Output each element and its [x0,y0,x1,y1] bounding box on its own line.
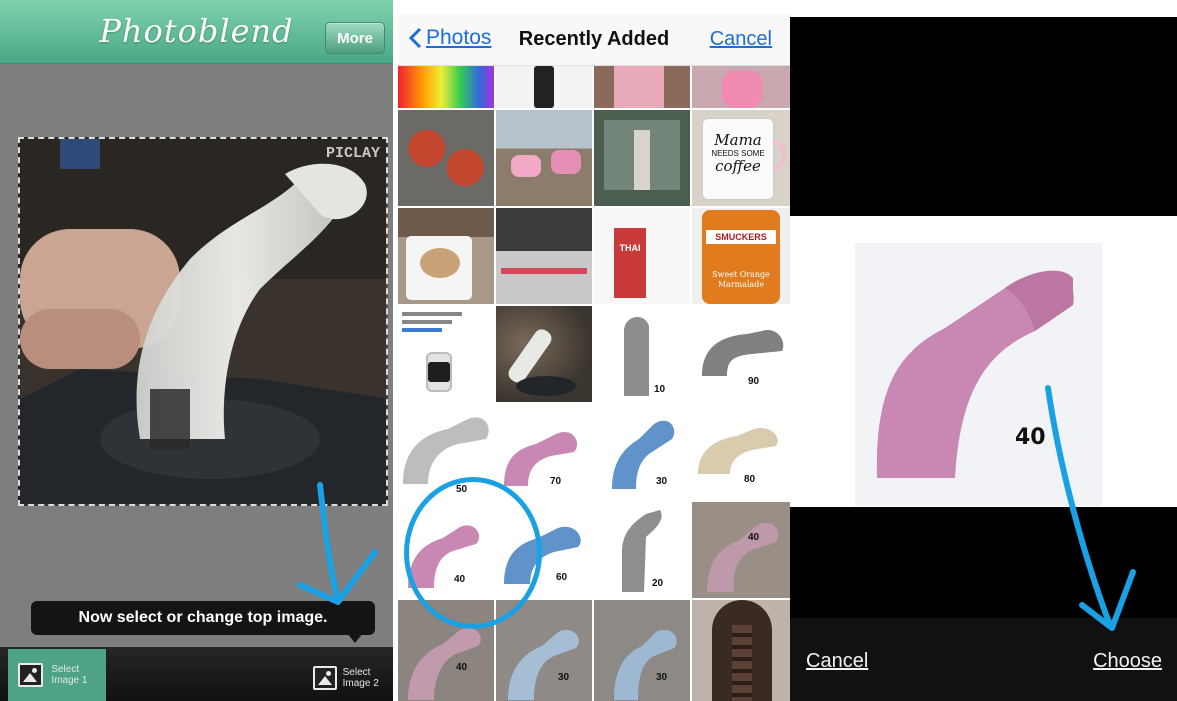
thumb-number: 30 [558,672,570,683]
blue-model-photo [614,629,677,700]
photo-thumb[interactable] [496,110,592,206]
picker-cancel-button[interactable]: Cancel [710,28,772,51]
thumb-number: 90 [748,376,760,387]
preview-top-area [790,17,1177,216]
jar-label: SMUCKERS [706,230,776,244]
image-icon [313,666,337,690]
select-image-1-button[interactable]: Select Image 1 [8,649,106,701]
photo-thumb[interactable]: 20 [594,502,690,598]
preview-image [855,243,1102,506]
gray-model-thumb [702,330,784,376]
photo-thumb[interactable]: 10 [594,306,690,402]
gray-model-thumb [624,316,649,396]
screenshot-root: Photoblend More PICLAY Now select or cha… [0,0,1177,701]
photo-thumb[interactable] [398,208,494,304]
photo-thumb[interactable] [692,66,790,108]
chevron-left-icon [408,27,422,49]
pink-model-photo [707,522,779,592]
mug-text: coffee [715,157,761,175]
photo-thumb[interactable]: 80 [692,404,790,500]
photo-thumb[interactable]: 90 [692,306,790,402]
pink-model-image [876,270,1074,478]
photo-thumb[interactable] [496,66,592,108]
photo-thumb[interactable]: 30 [594,600,690,701]
gray-model-thumb [622,510,662,592]
photo-thumb[interactable] [398,66,494,108]
blend-canvas[interactable]: PICLAY [18,137,388,506]
photo-thumb[interactable] [398,306,494,402]
photo-thumb[interactable] [496,208,592,304]
package-text: THAI [619,243,641,253]
more-button[interactable]: More [325,22,385,54]
highlight-circle [404,477,542,629]
photoblend-screen: Photoblend More PICLAY Now select or cha… [0,0,393,701]
preview-number: 40 [1015,425,1046,450]
photo-thumb[interactable]: 30 [594,404,690,500]
blue-model-thumb [612,420,675,489]
image-icon [18,663,44,687]
photo-thumb[interactable] [692,600,790,701]
thumb-number: 20 [652,578,664,589]
photo-thumb[interactable] [496,306,592,402]
photo-thumb[interactable]: SMUCKERS Sweet Orange Marmalade [692,208,790,304]
back-label: Photos [426,26,492,49]
thumb-number: 40 [748,532,760,543]
back-to-photos-button[interactable]: Photos [408,26,491,50]
thumb-number: 30 [656,476,668,487]
select-image-2-button[interactable]: Select Image 2 [313,660,393,696]
choose-preview-screen: 40 Cancel Choose [790,0,1177,701]
hint-toast-tail [347,633,363,643]
hint-toast: Now select or change top image. [31,601,375,635]
thumb-number: 10 [654,384,666,395]
mug-text: Mama [714,131,762,149]
beige-model-thumb [698,427,778,474]
photo-thumb[interactable]: 40 [692,502,790,598]
jar-text: Sweet Orange Marmalade [712,270,770,289]
preview-cancel-button[interactable]: Cancel [806,650,868,673]
thumb-number: 30 [656,672,668,683]
thumb-number: 40 [456,662,468,673]
photo-thumb[interactable]: 70 [496,404,592,500]
photo-thumb[interactable] [594,66,690,108]
photo-thumb[interactable]: Mama NEEDS SOME coffee [692,110,790,206]
thumb-number: 60 [556,572,568,583]
picker-nav-bar: Photos Recently Added Cancel [398,14,790,66]
choose-button[interactable]: Choose [1093,650,1162,673]
photo-thumb[interactable]: THAI [594,208,690,304]
thumb-number: 70 [550,476,562,487]
photo-thumb[interactable] [398,110,494,206]
select-image-1-label: Select Image 1 [51,664,88,686]
photo-thumb[interactable] [594,110,690,206]
blend-photo [20,139,386,504]
pink-model-thumb [504,431,578,486]
select-image-2-label: Select Image 2 [342,667,379,689]
thumb-number: 80 [744,474,756,485]
watermark: PICLAY [325,145,380,162]
picker-title-text: Recently Added [518,28,670,50]
